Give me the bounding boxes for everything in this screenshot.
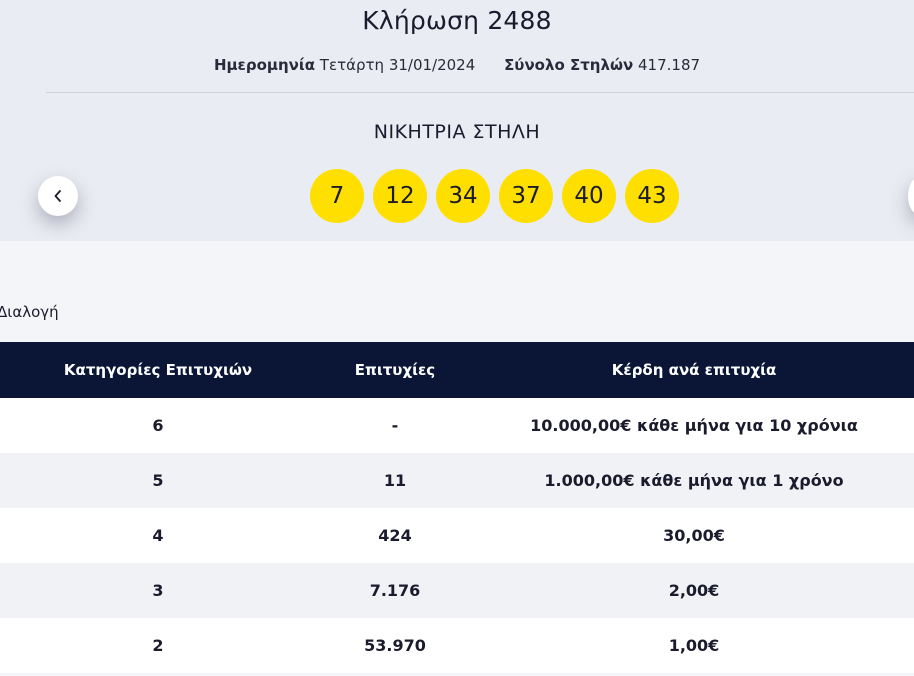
row-prize: 1,00€ xyxy=(668,636,720,655)
winning-ball: 43 xyxy=(625,169,679,223)
draw-columns-value: 417.187 xyxy=(638,56,701,74)
table-row: 4 424 30,00€ xyxy=(0,508,914,563)
previous-draw-button[interactable] xyxy=(38,176,78,216)
row-winners: - xyxy=(391,416,399,435)
header-winners: Επιτυχίες xyxy=(354,361,436,379)
next-draw-button[interactable] xyxy=(908,176,914,216)
row-category: 4 xyxy=(152,526,164,545)
row-category: 6 xyxy=(152,416,164,435)
draw-date: Ημερομηνία Τετάρτη 31/01/2024 xyxy=(214,56,480,74)
winning-ball: 12 xyxy=(373,169,427,223)
header-category: Κατηγορίες Επιτυχιών xyxy=(63,361,253,379)
chevron-left-icon xyxy=(54,190,61,202)
winning-ball: 7 xyxy=(310,169,364,223)
winning-ball: 37 xyxy=(499,169,553,223)
row-prize: 30,00€ xyxy=(663,526,725,545)
header-prize: Κέρδη ανά επιτυχία xyxy=(611,361,777,379)
table-header-row: Κατηγορίες Επιτυχιών Επιτυχίες Κέρδη ανά… xyxy=(0,342,914,398)
row-prize: 10.000,00€ κάθε μήνα για 10 χρόνια xyxy=(530,416,858,435)
draw-title: Κλήρωση 2488 xyxy=(362,6,552,35)
row-prize: 2,00€ xyxy=(668,581,720,600)
row-category: 5 xyxy=(152,471,164,490)
draw-columns-label: Σύνολο Στηλών xyxy=(504,56,634,74)
prize-table: Κατηγορίες Επιτυχιών Επιτυχίες Κέρδη ανά… xyxy=(0,342,914,673)
row-prize: 1.000,00€ κάθε μήνα για 1 χρόνο xyxy=(544,471,844,490)
row-winners: 53.970 xyxy=(364,636,426,655)
draw-header-panel: Κλήρωση 2488 Ημερομηνία Τετάρτη 31/01/20… xyxy=(0,0,914,241)
winning-ball: 40 xyxy=(562,169,616,223)
row-category: 2 xyxy=(152,636,164,655)
draw-columns: Σύνολο Στηλών 417.187 xyxy=(504,56,700,74)
row-winners: 7.176 xyxy=(369,581,421,600)
winning-numbers: 7 12 34 37 40 43 xyxy=(310,169,679,223)
table-row: 3 7.176 2,00€ xyxy=(0,563,914,618)
table-row: 2 53.970 1,00€ xyxy=(0,618,914,673)
row-winners: 11 xyxy=(383,471,407,490)
winning-column-label: ΝΙΚΗΤΡΙΑ ΣΤΗΛΗ xyxy=(373,121,541,143)
row-category: 3 xyxy=(152,581,164,600)
draw-date-value: Τετάρτη 31/01/2024 xyxy=(319,56,476,74)
draw-date-label: Ημερομηνία xyxy=(213,56,316,74)
header-divider xyxy=(46,92,914,93)
winning-ball: 34 xyxy=(436,169,490,223)
draw-meta: Ημερομηνία Τετάρτη 31/01/2024 Σύνολο Στη… xyxy=(0,56,914,74)
section-label: Διαλογή xyxy=(0,303,59,321)
table-row: 5 11 1.000,00€ κάθε μήνα για 1 χρόνο xyxy=(0,453,914,508)
table-row: 6 - 10.000,00€ κάθε μήνα για 10 χρόνια xyxy=(0,398,914,453)
row-winners: 424 xyxy=(378,526,412,545)
